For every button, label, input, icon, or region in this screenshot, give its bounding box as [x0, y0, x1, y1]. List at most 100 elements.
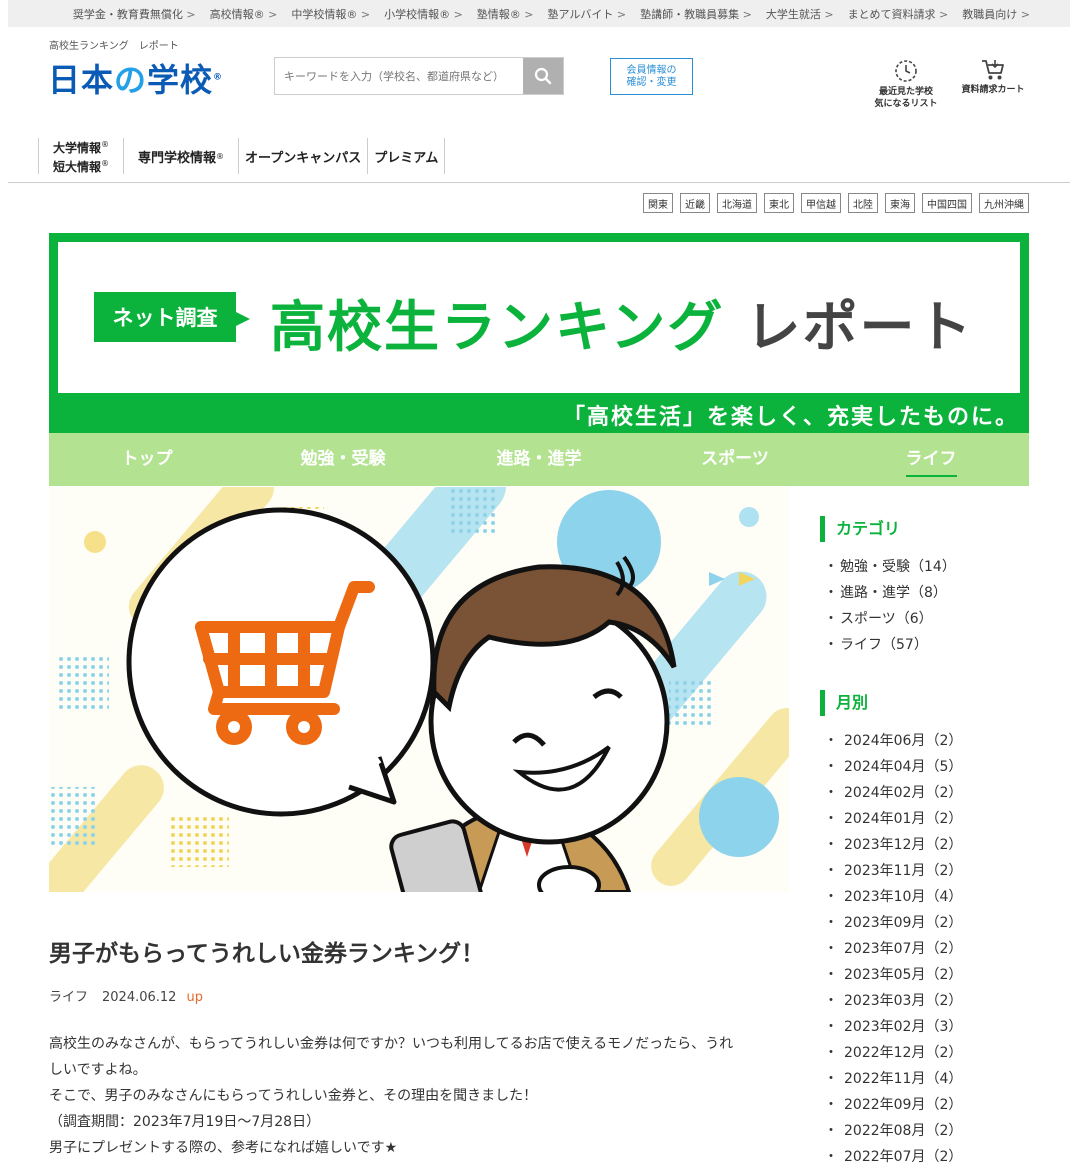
sidebar-category-list: 勉強・受験（14） 進路・進学（8） スポーツ（6） ライフ（57）: [824, 554, 956, 658]
util-link-juku[interactable]: 塾情報®: [477, 6, 534, 22]
sidebar-month-item[interactable]: 2022年08月（2）: [824, 1118, 962, 1144]
search-box: [274, 57, 564, 95]
banner-title-main: 高校生ランキング: [270, 295, 725, 359]
sidebar-month-item[interactable]: 2023年11月（2）: [824, 858, 962, 884]
util-link-bulk-request[interactable]: まとめて資料請求: [848, 6, 949, 22]
banner-title-suffix: レポート: [745, 295, 974, 359]
cnav-sports-label: スポーツ: [701, 449, 769, 469]
region-koshinetsu[interactable]: 甲信越: [801, 193, 841, 213]
region-hokkaido[interactable]: 北海道: [717, 193, 757, 213]
article-body: 高校生のみなさんが、もらってうれしい金券は何ですか？いつも利用してるお店で使える…: [49, 1031, 789, 1161]
util-link-for-teachers[interactable]: 教職員向け: [962, 6, 1030, 22]
article-hero-image: [49, 487, 789, 892]
cnav-study[interactable]: 勉強・受験: [245, 433, 441, 486]
region-hokuriku[interactable]: 北陸: [848, 193, 878, 213]
sidebar-month-item[interactable]: 2023年03月（2）: [824, 988, 962, 1014]
cnav-sports[interactable]: スポーツ: [637, 433, 833, 486]
article-paragraph: そこで、男子のみなさんにもらってうれしい金券と、その理由を聞きました！: [49, 1088, 538, 1104]
search-input[interactable]: [275, 58, 523, 94]
sidebar-month-item[interactable]: 2023年02月（3）: [824, 1014, 962, 1040]
region-kyushu-okinawa[interactable]: 九州沖縄: [979, 193, 1029, 213]
article-category[interactable]: ライフ: [49, 990, 88, 1005]
sidebar-month-item[interactable]: 2024年04月（5）: [824, 754, 962, 780]
sidebar-month-item[interactable]: 2022年11月（4）: [824, 1066, 962, 1092]
logo-text-a: 日本: [48, 61, 115, 99]
sidebar-monthly-heading: 月別: [820, 690, 868, 716]
article-up-badge: up: [186, 990, 203, 1005]
utility-bar: 奨学金・教育費無償化 高校情報® 中学校情報® 小学校情報® 塾情報® 塾アルバ…: [8, 0, 1070, 27]
sidebar-month-list: 2024年06月（2） 2024年04月（5） 2024年02月（2） 2024…: [824, 728, 962, 1170]
global-nav: 大学情報® 短大情報® 専門学校情報 ® オープンキャンパス プレミアム: [38, 138, 446, 174]
article-paragraph: しいですよね。: [49, 1062, 147, 1078]
banner-tagline: 「高校生活」を楽しく、充実したものに。: [562, 405, 1019, 430]
util-link-elementary[interactable]: 小学校情報®: [384, 6, 463, 22]
article-paragraph: （調査期間：2023年7月19日～7月28日）: [49, 1114, 321, 1130]
region-kanto[interactable]: 関東: [643, 193, 673, 213]
logo-registered-mark: ®: [213, 72, 224, 83]
util-link-teacher-recruit[interactable]: 塾講師・教職員募集: [640, 6, 752, 22]
gnav-university[interactable]: 大学情報® 短大情報®: [38, 138, 123, 174]
sidebar-month-item[interactable]: 2022年09月（2）: [824, 1092, 962, 1118]
article-meta: ライフ 2024.06.12 up: [49, 986, 203, 1005]
recent-label-1: 最近見た学校: [878, 87, 933, 97]
region-kinki[interactable]: 近畿: [680, 193, 710, 213]
cnav-study-label: 勉強・受験: [300, 449, 386, 469]
ranking-banner[interactable]: ネット調査 高校生ランキング レポート 「高校生活」を楽しく、充実したものに。: [49, 233, 1029, 433]
sidebar-month-item[interactable]: 2022年12月（2）: [824, 1040, 962, 1066]
article-title: 男子がもらってうれしい金券ランキング！: [49, 941, 485, 967]
recent-schools-link[interactable]: 最近見た学校 気になるリスト: [868, 58, 944, 110]
sidebar-month-item[interactable]: 2023年12月（2）: [824, 832, 962, 858]
sidebar-month-item[interactable]: 2023年07月（2）: [824, 936, 962, 962]
util-link-highschool[interactable]: 高校情報®: [210, 6, 278, 22]
util-link-juku-parttime[interactable]: 塾アルバイト: [548, 6, 627, 22]
util-link-juniorhigh[interactable]: 中学校情報®: [291, 6, 370, 22]
sidebar-month-item[interactable]: 2024年06月（2）: [824, 728, 962, 754]
header-divider: [8, 182, 1070, 183]
cnav-career[interactable]: 進路・進学: [441, 433, 637, 486]
site-logo[interactable]: 日本の学校®: [48, 55, 223, 101]
banner-title: 高校生ランキング レポート: [270, 282, 974, 362]
util-link-job-hunting[interactable]: 大学生就活: [766, 6, 834, 22]
sidebar-category-career[interactable]: 進路・進学（8）: [824, 580, 956, 606]
region-chugoku-shikoku[interactable]: 中国四国: [922, 193, 972, 213]
cnav-career-label: 進路・進学: [496, 449, 582, 469]
sidebar-month-item[interactable]: 2024年01月（2）: [824, 806, 962, 832]
article-paragraph: 高校生のみなさんが、もらってうれしい金券は何ですか？いつも利用してるお店で使える…: [49, 1036, 734, 1052]
sidebar-month-item[interactable]: 2022年07月（2）: [824, 1144, 962, 1170]
sidebar-month-item[interactable]: 2023年10月（4）: [824, 884, 962, 910]
member-info-line1: 会員情報の: [626, 65, 677, 76]
gnav-open-campus[interactable]: オープンキャンパス: [238, 138, 367, 174]
gnav-premium[interactable]: プレミアム: [367, 138, 446, 174]
request-cart-link[interactable]: 資料請求カート: [955, 58, 1031, 96]
region-tohoku[interactable]: 東北: [764, 193, 794, 213]
sidebar-month-item[interactable]: 2024年02月（2）: [824, 780, 962, 806]
util-link-scholarship[interactable]: 奨学金・教育費無償化: [73, 6, 196, 22]
member-info-button[interactable]: 会員情報の 確認・変更: [610, 58, 693, 95]
gnav-junior-college-label: 短大情報: [53, 160, 102, 174]
sidebar-category-life[interactable]: ライフ（57）: [824, 632, 956, 658]
sidebar-month-item[interactable]: 2023年09月（2）: [824, 910, 962, 936]
category-nav: トップ 勉強・受験 進路・進学 スポーツ ライフ: [49, 433, 1029, 486]
cnav-top-label: トップ: [121, 449, 173, 469]
region-links: 関東 近畿 北海道 東北 甲信越 北陸 東海 中国四国 九州沖縄: [636, 193, 1029, 213]
hero-illustration: [49, 487, 789, 892]
gnav-univ-mark: ®: [101, 140, 110, 149]
gnav-junior-college-mark: ®: [101, 159, 110, 168]
gnav-vocational[interactable]: 専門学校情報 ®: [123, 138, 238, 174]
sidebar-category-study[interactable]: 勉強・受験（14）: [824, 554, 956, 580]
gnav-open-campus-label: オープンキャンパス: [245, 150, 362, 166]
cnav-top[interactable]: トップ: [49, 433, 245, 486]
gnav-univ-label: 大学情報: [53, 141, 102, 155]
cnav-life[interactable]: ライフ: [833, 433, 1029, 486]
sidebar-category-sports[interactable]: スポーツ（6）: [824, 606, 956, 632]
article-paragraph: 男子にプレゼントする際の、参考になれば嬉しいです★: [49, 1140, 398, 1156]
region-tokai[interactable]: 東海: [885, 193, 915, 213]
sidebar-month-item[interactable]: 2023年05月（2）: [824, 962, 962, 988]
logo-text-c: 学校: [147, 61, 214, 99]
search-button[interactable]: [523, 58, 563, 94]
gnav-junior-college-line: 短大情報®: [53, 156, 109, 175]
clock-icon: [895, 60, 917, 82]
search-icon: [534, 67, 552, 85]
gnav-vocational-mark: ®: [216, 151, 225, 161]
article-date: 2024.06.12: [102, 990, 177, 1005]
